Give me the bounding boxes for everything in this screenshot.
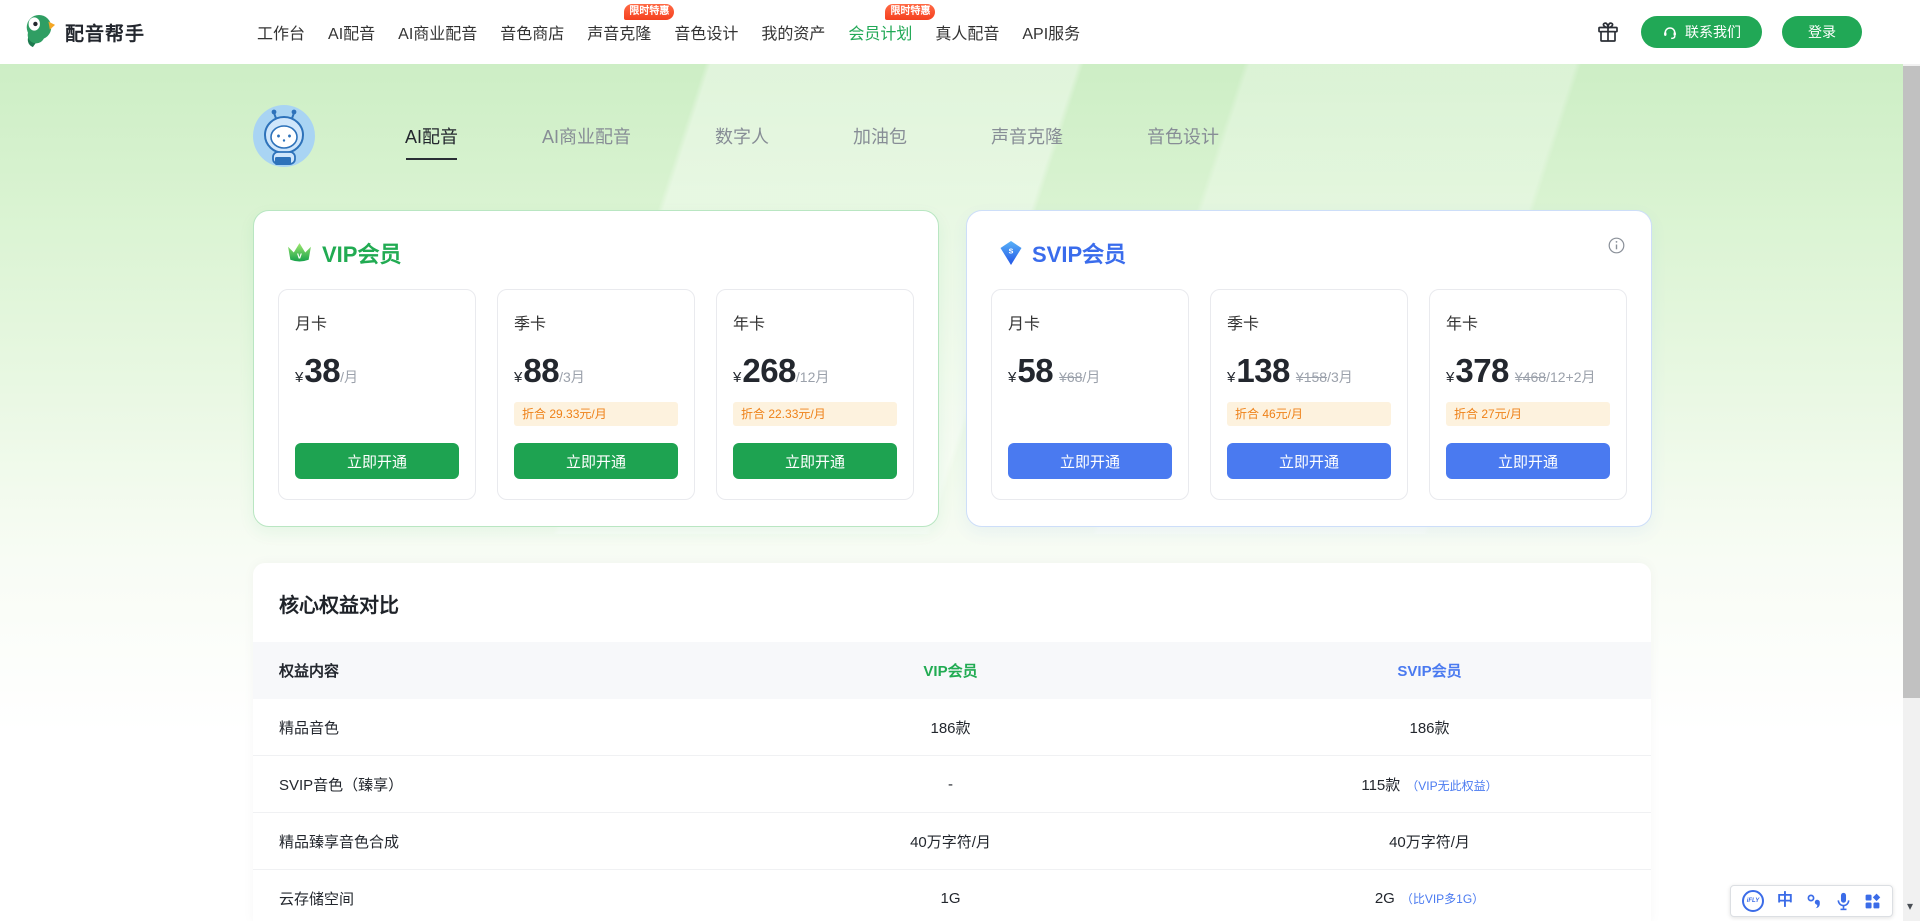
vertical-scrollbar-thumb[interactable] xyxy=(1903,66,1920,698)
discount-tag: 折合 46元/月 xyxy=(1227,402,1391,426)
svip-monthly-card: 月卡 ¥58¥68/月 立即开通 xyxy=(991,289,1189,500)
vip-monthly-card: 月卡 ¥38/月 立即开通 xyxy=(278,289,476,500)
info-icon[interactable] xyxy=(1608,237,1625,254)
svip-yearly-subscribe-button[interactable]: 立即开通 xyxy=(1446,443,1610,479)
nav-item-voice-store[interactable]: 音色商店 xyxy=(500,16,564,48)
card-name: 年卡 xyxy=(733,310,897,334)
parrot-logo-icon xyxy=(22,13,56,51)
crown-icon: v xyxy=(286,241,313,265)
price: ¥268/12月 xyxy=(733,354,897,387)
card-name: 季卡 xyxy=(1227,310,1391,334)
price: ¥38/月 xyxy=(295,354,459,387)
headset-icon xyxy=(1662,24,1678,40)
svip-monthly-subscribe-button[interactable]: 立即开通 xyxy=(1008,443,1172,479)
plan-panels: v VIP会员 月卡 ¥38/月 立即开通 季卡 xyxy=(253,210,1651,527)
original-price: ¥468 xyxy=(1515,369,1546,385)
ifly-logo-icon[interactable]: iFLY xyxy=(1742,890,1764,912)
svip-panel: s SVIP会员 月卡 ¥58¥68/ xyxy=(966,210,1652,527)
nav-item-human-dubbing[interactable]: 真人配音 xyxy=(935,16,999,48)
card-name: 年卡 xyxy=(1446,310,1610,334)
svip-yearly-card: 年卡 ¥378¥468/12+2月 折合 27元/月 立即开通 xyxy=(1429,289,1627,500)
discount-tag: 折合 27元/月 xyxy=(1446,402,1610,426)
top-navigation-bar: 配音帮手 工作台 AI配音 AI商业配音 音色商店 声音克隆 限时特惠 音色设计… xyxy=(0,0,1920,64)
tab-voice-design[interactable]: 音色设计 xyxy=(1147,123,1219,149)
vip-yearly-card: 年卡 ¥268/12月 折合 22.33元/月 立即开通 xyxy=(716,289,914,500)
svip-panel-header: s SVIP会员 xyxy=(999,237,1627,269)
svip-panel-title: SVIP会员 xyxy=(1032,237,1126,269)
comparison-header-row: 权益内容 VIP会员 SVIP会员 xyxy=(253,642,1651,699)
microphone-icon[interactable] xyxy=(1836,892,1851,911)
svip-column-header: SVIP会员 xyxy=(1208,660,1651,681)
apps-grid-icon[interactable] xyxy=(1864,893,1881,910)
nav-item-voice-clone[interactable]: 声音克隆 限时特惠 xyxy=(587,16,651,48)
svip-price-cards: 月卡 ¥58¥68/月 立即开通 季卡 ¥138¥158/3月 折合 46元/月 xyxy=(991,289,1627,500)
card-name: 月卡 xyxy=(295,310,459,334)
diamond-icon: s xyxy=(999,240,1023,266)
price: ¥378¥468/12+2月 xyxy=(1446,354,1610,387)
comparison-title: 核心权益对比 xyxy=(279,589,1651,618)
original-price: ¥158 xyxy=(1296,369,1327,385)
mascot-avatar xyxy=(253,105,315,167)
vip-panel-header: v VIP会员 xyxy=(286,237,914,269)
svg-text:s: s xyxy=(1008,246,1013,256)
membership-page: AI配音 AI商业配音 数字人 加油包 声音克隆 音色设计 xyxy=(0,64,1920,921)
tab-booster-pack[interactable]: 加油包 xyxy=(853,123,907,149)
ime-toolbar: iFLY 中 xyxy=(1730,885,1893,917)
gift-icon[interactable] xyxy=(1595,19,1621,45)
vip-quarterly-subscribe-button[interactable]: 立即开通 xyxy=(514,443,678,479)
nav-item-my-assets[interactable]: 我的资产 xyxy=(761,16,825,48)
svip-note: （VIP无此权益） xyxy=(1406,779,1497,793)
nav-item-voice-design[interactable]: 音色设计 xyxy=(674,16,738,48)
limited-offer-badge: 限时特惠 xyxy=(624,4,674,20)
punctuation-icon[interactable] xyxy=(1806,893,1823,910)
nav-item-ai-business-dubbing[interactable]: AI商业配音 xyxy=(398,16,477,48)
card-name: 月卡 xyxy=(1008,310,1172,334)
login-button[interactable]: 登录 xyxy=(1782,16,1862,48)
svip-quarterly-subscribe-button[interactable]: 立即开通 xyxy=(1227,443,1391,479)
benefits-comparison-card: 核心权益对比 权益内容 VIP会员 SVIP会员 精品音色 186款 186款 … xyxy=(253,563,1651,921)
vip-price-cards: 月卡 ¥38/月 立即开通 季卡 ¥88/3月 折合 29.33元/月 立 xyxy=(278,289,914,500)
nav-item-ai-dubbing[interactable]: AI配音 xyxy=(328,16,375,48)
discount-tag: 折合 29.33元/月 xyxy=(514,402,678,426)
price: ¥88/3月 xyxy=(514,354,678,387)
nav-item-membership-plan[interactable]: 会员计划 限时特惠 xyxy=(848,16,912,48)
app-title: 配音帮手 xyxy=(65,19,145,46)
vip-monthly-subscribe-button[interactable]: 立即开通 xyxy=(295,443,459,479)
vip-quarterly-card: 季卡 ¥88/3月 折合 29.33元/月 立即开通 xyxy=(497,289,695,500)
plan-tabs-row: AI配音 AI商业配音 数字人 加油包 声音克隆 音色设计 xyxy=(253,105,1651,167)
header-actions: 联系我们 登录 xyxy=(1595,16,1862,48)
tab-voice-clone[interactable]: 声音克隆 xyxy=(991,123,1063,149)
table-row: 云存储空间 1G 2G（比VIP多1G） xyxy=(253,870,1651,921)
price: ¥138¥158/3月 xyxy=(1227,354,1391,387)
contact-us-button[interactable]: 联系我们 xyxy=(1641,16,1762,48)
vertical-scrollbar-track[interactable] xyxy=(1903,64,1920,921)
tab-digital-human[interactable]: 数字人 xyxy=(715,123,769,149)
card-name: 季卡 xyxy=(514,310,678,334)
svip-note: （比VIP多1G） xyxy=(1401,892,1484,906)
ime-collapse-caret[interactable]: ▾ xyxy=(1907,900,1913,912)
nav-item-workbench[interactable]: 工作台 xyxy=(257,16,305,48)
vip-panel: v VIP会员 月卡 ¥38/月 立即开通 季卡 xyxy=(253,210,939,527)
limited-offer-badge: 限时特惠 xyxy=(885,4,935,20)
main-nav: 工作台 AI配音 AI商业配音 音色商店 声音克隆 限时特惠 音色设计 我的资产… xyxy=(257,16,1080,48)
vip-column-header: VIP会员 xyxy=(693,660,1208,681)
nav-item-api-service[interactable]: API服务 xyxy=(1022,16,1080,48)
chinese-mode-icon[interactable]: 中 xyxy=(1777,893,1793,909)
table-row: 精品音色 186款 186款 xyxy=(253,699,1651,756)
tab-ai-business-dubbing[interactable]: AI商业配音 xyxy=(542,123,631,149)
svg-text:v: v xyxy=(297,251,302,261)
discount-tag: 折合 22.33元/月 xyxy=(733,402,897,426)
table-row: SVIP音色（臻享） - 115款（VIP无此权益） xyxy=(253,756,1651,813)
price: ¥58¥68/月 xyxy=(1008,354,1172,387)
svip-quarterly-card: 季卡 ¥138¥158/3月 折合 46元/月 立即开通 xyxy=(1210,289,1408,500)
vip-panel-title: VIP会员 xyxy=(322,237,401,269)
table-row: 精品臻享音色合成 40万字符/月 40万字符/月 xyxy=(253,813,1651,870)
product-tabs: AI配音 AI商业配音 数字人 加油包 声音克隆 音色设计 xyxy=(405,123,1219,149)
tab-ai-dubbing[interactable]: AI配音 xyxy=(405,123,458,149)
original-price: ¥68 xyxy=(1059,369,1082,385)
app-logo[interactable]: 配音帮手 xyxy=(22,13,145,51)
vip-yearly-subscribe-button[interactable]: 立即开通 xyxy=(733,443,897,479)
